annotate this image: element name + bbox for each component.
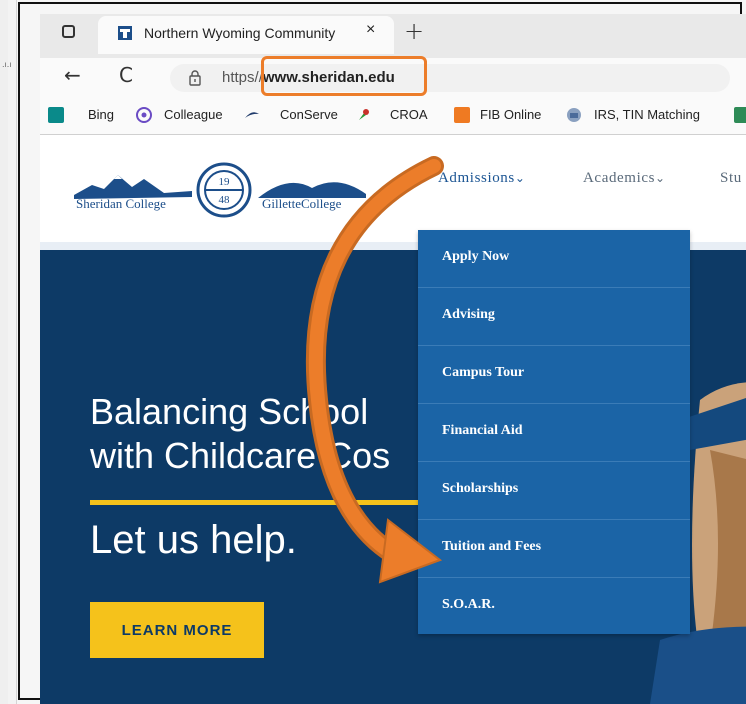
- menu-item-label: Scholarships: [442, 481, 519, 496]
- favorite-croa[interactable]: CROA: [390, 107, 428, 122]
- college-seal-icon[interactable]: 19 48: [196, 162, 252, 218]
- hero-title-line-2: with Childcare Cos: [90, 435, 391, 476]
- nav-admissions-label: Admissions: [438, 170, 515, 186]
- lock-icon[interactable]: [188, 69, 202, 87]
- conserve-icon: [245, 112, 259, 118]
- reload-icon[interactable]: C: [119, 63, 133, 87]
- nav-academics[interactable]: Academics⌄: [583, 170, 666, 187]
- colleague-icon: [136, 107, 152, 123]
- menu-item-financial-aid[interactable]: Financial Aid: [418, 404, 690, 462]
- seal-year-top: 19: [219, 176, 231, 188]
- favorite-bing[interactable]: Bing: [88, 107, 114, 122]
- desktop-edge-inner: [8, 0, 17, 704]
- menu-item-label: Apply Now: [442, 249, 510, 264]
- tab-title: Northern Wyoming Community: [144, 25, 336, 41]
- croa-icon: [359, 109, 369, 120]
- seal-year-bottom: 48: [219, 194, 231, 206]
- gillette-college-logo-text: GilletteCollege: [262, 196, 342, 211]
- favorite-irs-tin-matching[interactable]: IRS, TIN Matching: [594, 107, 700, 122]
- sheridan-college-logo-text: Sheridan College: [76, 196, 166, 211]
- desktop-mark: .ı.ı: [2, 60, 12, 69]
- menu-item-campus-tour[interactable]: Campus Tour: [418, 346, 690, 404]
- menu-item-label: S.O.A.R.: [442, 597, 495, 612]
- menu-item-tuition-and-fees[interactable]: Tuition and Fees: [418, 520, 690, 578]
- favorite-fib-online[interactable]: FIB Online: [480, 107, 541, 122]
- hero-divider: [90, 500, 420, 505]
- menu-item-apply-now[interactable]: Apply Now: [418, 230, 690, 288]
- college-favicon-icon: [118, 26, 132, 40]
- back-arrow-icon[interactable]: ←: [64, 63, 81, 87]
- chevron-down-icon: ⌄: [514, 171, 526, 185]
- menu-item-soar[interactable]: S.O.A.R.: [418, 578, 690, 636]
- extra-favorite-icon[interactable]: [734, 107, 746, 123]
- nav-admissions[interactable]: Admissions⌄: [438, 170, 526, 187]
- close-tab-icon[interactable]: ×: [366, 21, 375, 39]
- new-tab-button[interactable]: +: [404, 17, 424, 45]
- favorite-colleague[interactable]: Colleague: [164, 107, 223, 122]
- url-scheme: https: [222, 69, 255, 86]
- menu-item-label: Tuition and Fees: [442, 539, 542, 554]
- screenshot-stage: .ı.ı Northern Wyoming Community × + ← C …: [0, 0, 746, 704]
- menu-item-label: Advising: [442, 307, 495, 322]
- tab-actions-icon[interactable]: [62, 25, 75, 38]
- learn-more-button[interactable]: LEARN MORE: [90, 602, 264, 658]
- irs-icon: [567, 108, 581, 122]
- menu-item-scholarships[interactable]: Scholarships: [418, 462, 690, 520]
- nav-academics-label: Academics: [583, 170, 656, 186]
- bing-icon: [48, 107, 64, 123]
- menu-item-label: Campus Tour: [442, 365, 525, 380]
- chevron-down-icon: ⌄: [655, 171, 666, 185]
- desktop-edge: [0, 0, 8, 704]
- hero-title-line-1: Balancing School: [90, 391, 369, 432]
- hero-title: Balancing School with Childcare Cos: [90, 390, 390, 478]
- favorite-conserve[interactable]: ConServe: [280, 107, 338, 122]
- admissions-dropdown: Apply Now Advising Campus Tour Financial…: [418, 230, 690, 634]
- fib-icon: [454, 107, 470, 123]
- url-highlight-box: [261, 56, 427, 96]
- hero-subtitle: Let us help.: [90, 518, 297, 562]
- menu-item-advising[interactable]: Advising: [418, 288, 690, 346]
- nav-students[interactable]: Stu: [720, 170, 742, 187]
- menu-item-label: Financial Aid: [442, 423, 523, 438]
